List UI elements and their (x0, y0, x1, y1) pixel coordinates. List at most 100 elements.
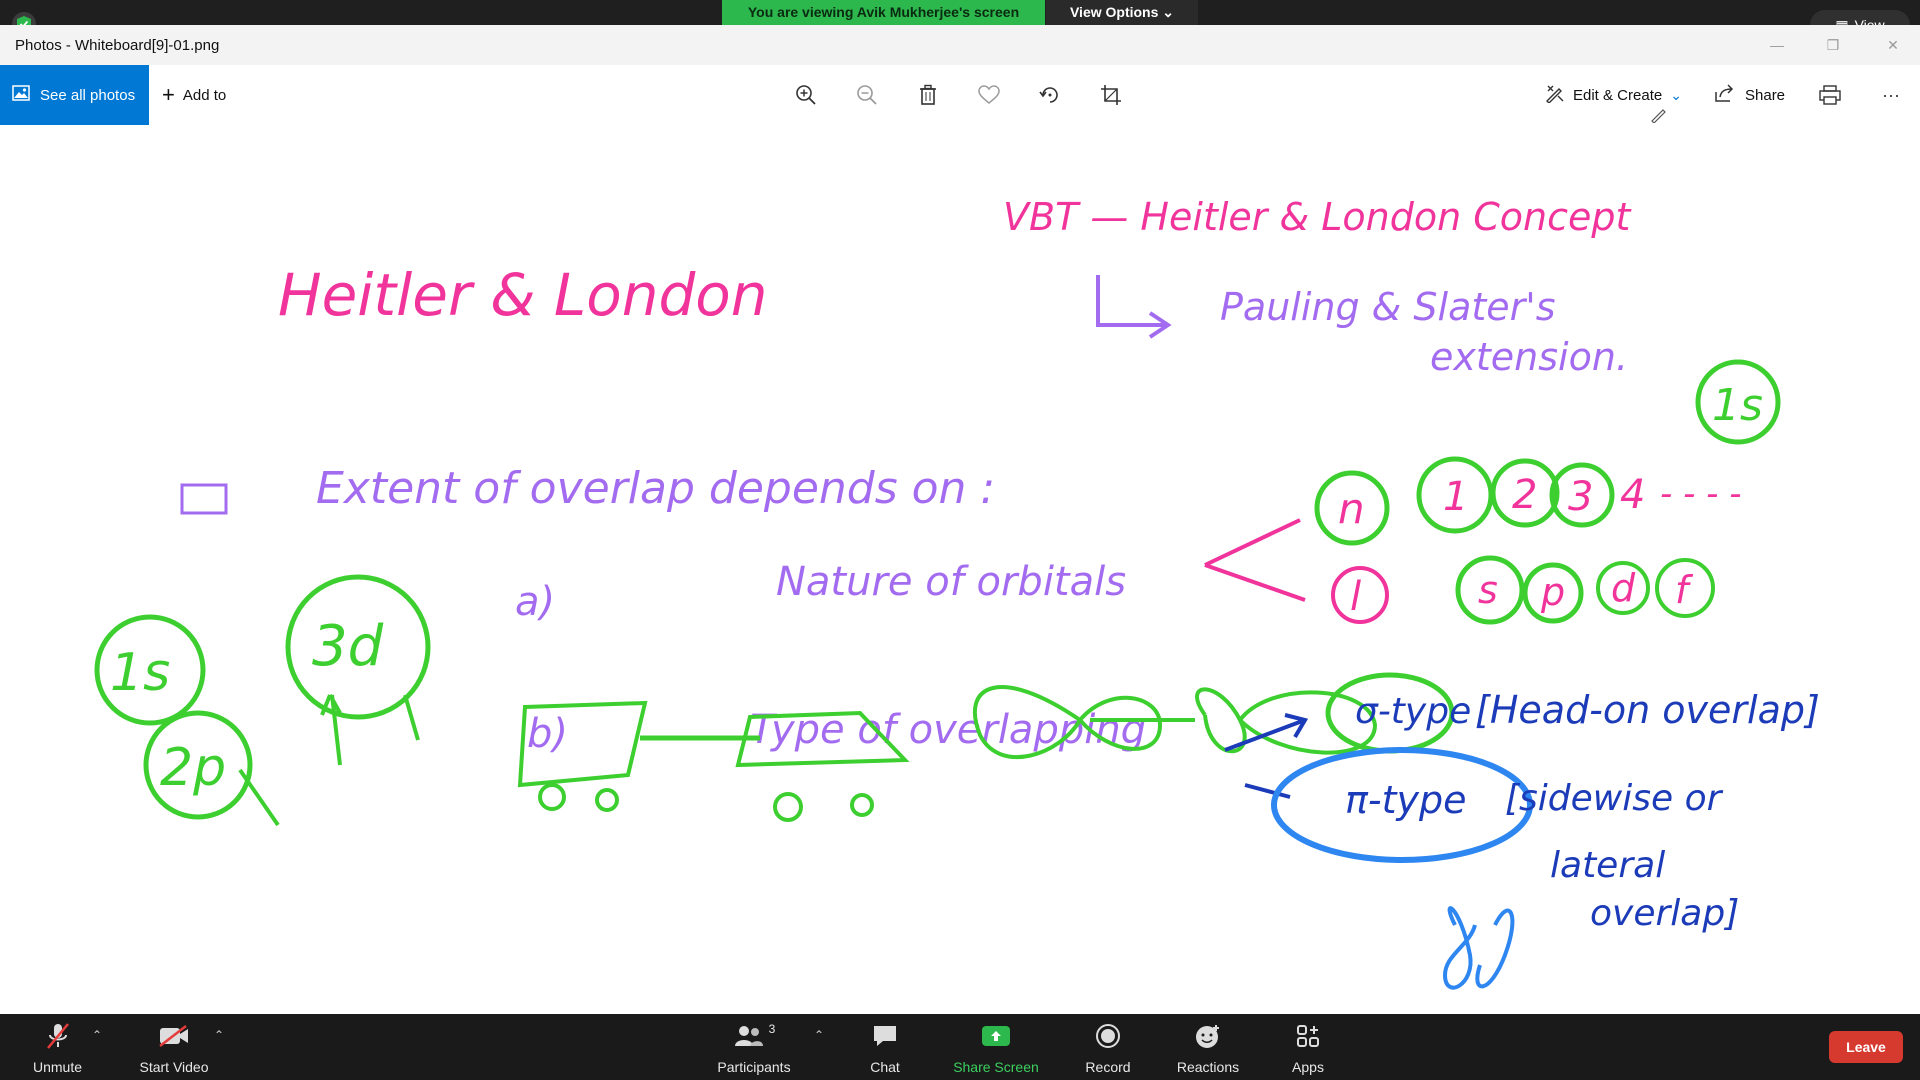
item-a-text: Nature of orbitals (776, 559, 1126, 605)
apps-button[interactable]: Apps (1285, 1014, 1331, 1080)
orbital-1s-top: 1s (1712, 380, 1763, 431)
pi-description-1: [sidewise or (1505, 778, 1724, 819)
orbital-arrow (238, 768, 280, 827)
zoom-control-bar: Unmute ⌃ Start Video ⌃ 3 Participants ⌃ … (0, 1014, 1920, 1080)
view-options-label: View Options (1069, 4, 1159, 20)
chevron-down-icon: ⌄ (1670, 86, 1682, 103)
wheel (850, 793, 874, 817)
p-orbital-sketch (1442, 906, 1515, 990)
window-title: Photos - Whiteboard[9]-01.png (15, 37, 220, 54)
print-icon[interactable] (1817, 82, 1843, 108)
plus-icon: + (162, 82, 175, 107)
photos-toolbar: See all photos + Add to Edit & Create ⌄ … (0, 65, 1920, 125)
item-a-label: a) (515, 579, 555, 625)
reactions-label: Reactions (1176, 1059, 1240, 1075)
zoom-out-icon[interactable] (854, 82, 880, 108)
orbital-2p: 2p (160, 738, 226, 798)
heading-heitler-london: Heitler & London (278, 261, 768, 329)
l-symbol: l (1350, 574, 1361, 620)
orbital-arrows (320, 694, 420, 766)
video-off-icon (158, 1019, 190, 1053)
rotate-icon[interactable] (1037, 82, 1063, 108)
pi-description-3: overlap] (1590, 893, 1739, 934)
pi-type: π-type (1345, 778, 1466, 822)
overlap-point: Extent of overlap depends on : (316, 463, 995, 514)
apps-label: Apps (1292, 1059, 1324, 1075)
number-2: 2 (1512, 472, 1537, 518)
extension-line-1: Pauling & Slater's (1220, 285, 1556, 329)
start-video-label: Start Video (139, 1059, 209, 1075)
chat-button[interactable]: Chat (860, 1014, 910, 1080)
orbital-3d: 3d (312, 614, 384, 679)
heart-icon[interactable] (976, 82, 1002, 108)
share-label: Share (1745, 86, 1786, 104)
share-screen-icon (981, 1019, 1011, 1053)
heading-vbt: VBT — Heitler & London Concept (1003, 195, 1632, 239)
record-icon (1095, 1019, 1121, 1053)
participants-button[interactable]: 3 Participants (710, 1014, 798, 1080)
wheel (595, 788, 619, 812)
sigma-arrow (1224, 713, 1309, 752)
more-options-icon[interactable]: ··· (1878, 82, 1904, 108)
maximize-icon[interactable]: ❐ (1818, 35, 1848, 55)
wheel (538, 783, 566, 811)
minimize-icon[interactable]: — (1762, 35, 1792, 55)
pi-description-2: lateral (1550, 845, 1665, 886)
add-to-button[interactable]: + Add to (162, 65, 226, 125)
share-screen-button[interactable]: Share Screen (945, 1014, 1047, 1080)
whiteboard-drawing: Heitler & London VBT — Heitler & London … (94, 195, 1820, 990)
number-dots: - - - - (1660, 474, 1742, 514)
n-symbol: n (1338, 484, 1365, 533)
crop-icon[interactable] (1098, 82, 1124, 108)
reactions-icon (1194, 1019, 1222, 1053)
delete-icon[interactable] (915, 82, 941, 108)
subshell-f: f (1675, 568, 1694, 612)
screen-share-banner: You are viewing Avik Mukherjee's screen (722, 0, 1045, 25)
zoom-in-icon[interactable] (793, 82, 819, 108)
chevron-up-icon[interactable]: ⌃ (814, 1028, 824, 1042)
subshell-p: p (1540, 570, 1565, 614)
share-button[interactable]: Share (1715, 65, 1785, 125)
sigma-description: [Head-on overlap] (1475, 688, 1820, 732)
number-3: 3 (1568, 474, 1593, 520)
number-4: 4 (1620, 472, 1645, 518)
whiteboard-image: Heitler & London VBT — Heitler & London … (0, 125, 1920, 1015)
participants-icon: 3 (733, 1019, 776, 1053)
unmute-label: Unmute (32, 1059, 83, 1075)
start-video-button[interactable]: Start Video (130, 1014, 218, 1080)
unmute-button[interactable]: Unmute (20, 1014, 95, 1080)
extension-line-2: extension. (1430, 335, 1628, 379)
orbital-1s: 1s (110, 643, 170, 703)
record-button[interactable]: Record (1080, 1014, 1136, 1080)
number-1: 1 (1443, 474, 1468, 520)
share-icon (1715, 84, 1735, 106)
window-title-bar: Photos - Whiteboard[9]-01.png — ❐ ✕ (0, 25, 1920, 65)
chat-label: Chat (870, 1059, 900, 1075)
subshell-d: d (1611, 566, 1636, 610)
branch-arrows (1204, 518, 1306, 602)
chevron-down-icon: ⌄ (1162, 4, 1175, 20)
see-all-photos-button[interactable]: See all photos (0, 65, 149, 125)
participants-label: Participants (717, 1059, 791, 1075)
chevron-up-icon[interactable]: ⌃ (214, 1028, 224, 1042)
chevron-up-icon[interactable]: ⌃ (92, 1028, 102, 1042)
checkbox-bullet (180, 483, 228, 515)
participants-count: 3 (768, 1022, 776, 1036)
see-all-photos-label: See all photos (40, 86, 136, 104)
sigma-type: σ-type (1355, 691, 1471, 732)
add-to-label: Add to (182, 86, 227, 104)
chat-icon (871, 1019, 899, 1053)
wheel (773, 792, 803, 822)
edit-create-label: Edit & Create (1573, 86, 1663, 104)
edit-create-icon (1545, 83, 1565, 107)
reactions-button[interactable]: Reactions (1170, 1014, 1246, 1080)
leave-button[interactable]: Leave (1829, 1031, 1903, 1063)
apps-icon (1296, 1019, 1320, 1053)
subshell-s: s (1478, 568, 1498, 612)
close-icon[interactable]: ✕ (1878, 35, 1908, 55)
item-b-label: b) (527, 711, 568, 757)
muted-microphone-icon (46, 1019, 70, 1053)
share-screen-label: Share Screen (953, 1059, 1039, 1075)
view-options-button[interactable]: View Options ⌄ (1046, 0, 1198, 25)
photos-icon (12, 85, 30, 105)
